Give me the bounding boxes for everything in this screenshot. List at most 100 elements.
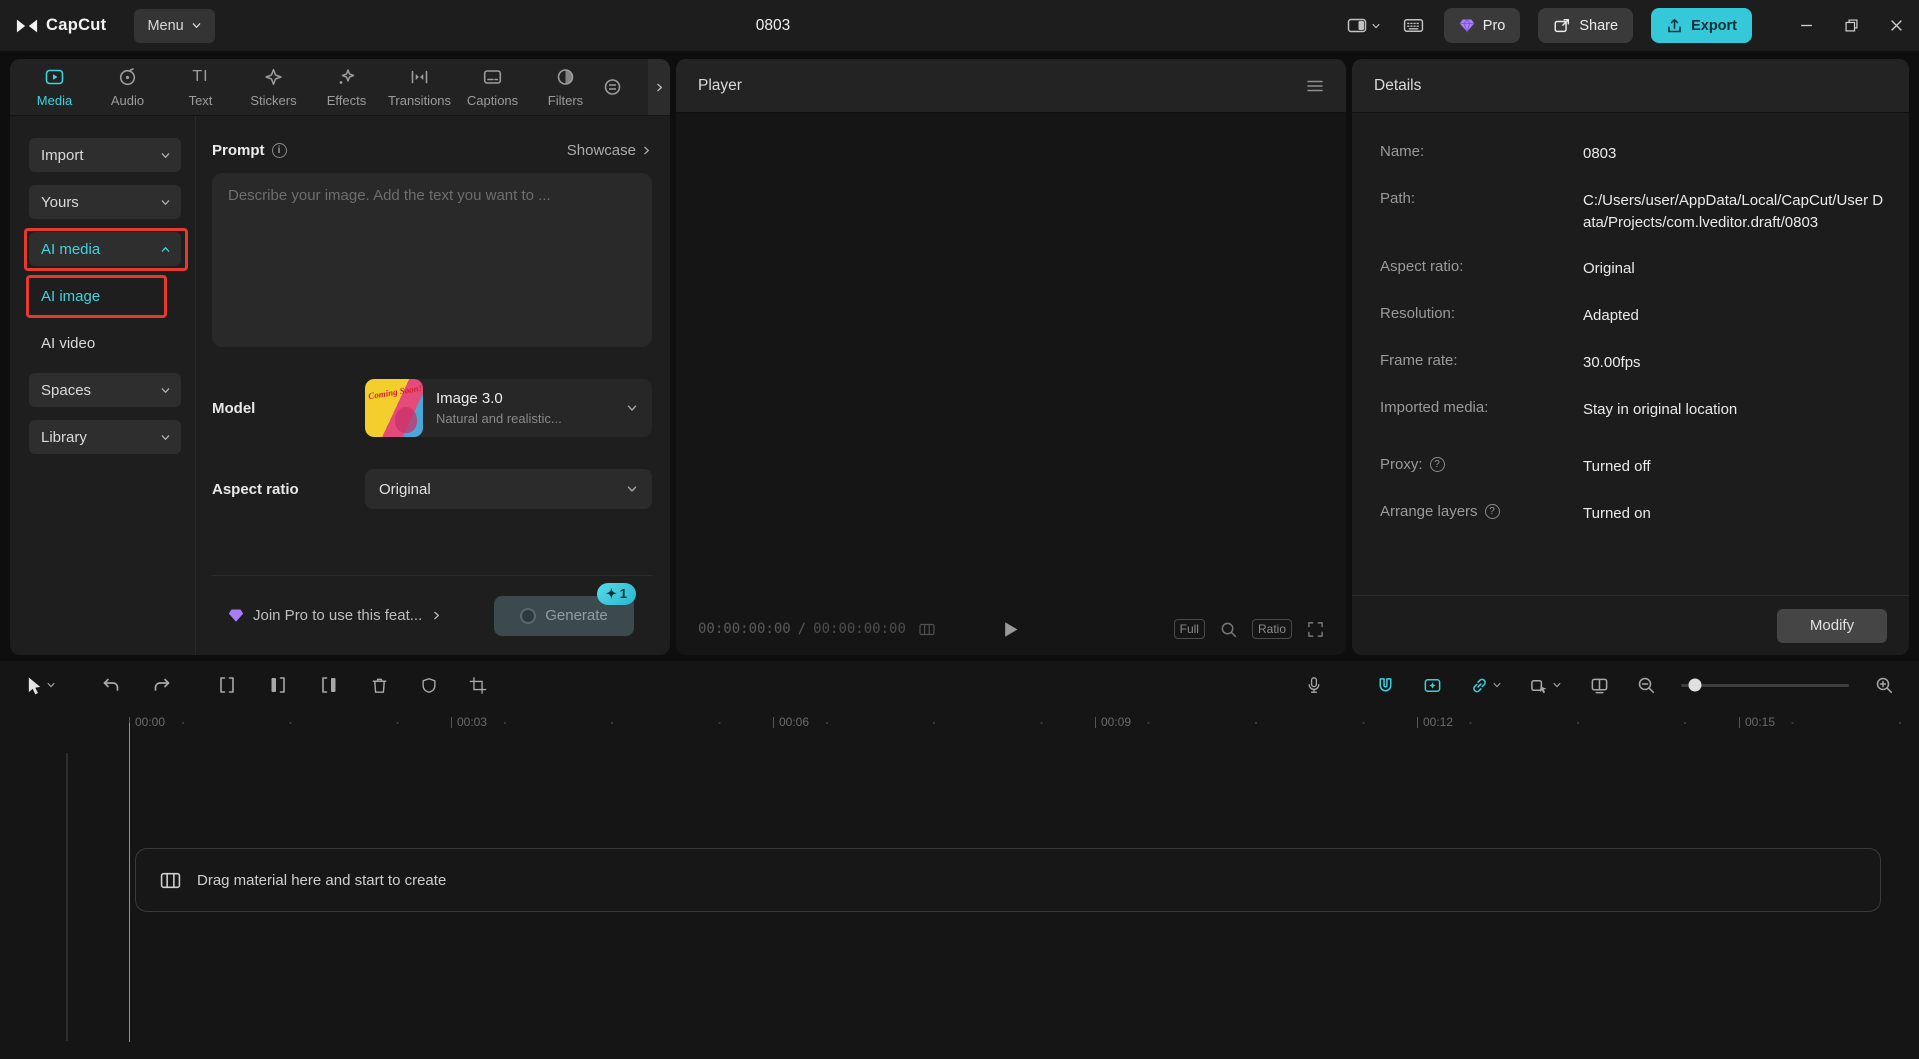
app-name: CapCut xyxy=(46,16,107,34)
sidebar-item-import[interactable]: Import xyxy=(29,138,181,172)
showcase-link[interactable]: Showcase xyxy=(567,142,652,159)
export-button[interactable]: Export xyxy=(1651,8,1752,43)
tab-captions[interactable]: Captions xyxy=(456,59,529,115)
model-select[interactable]: Coming Soon! Image 3.0 Natural and reali… xyxy=(365,379,652,437)
prompt-input[interactable] xyxy=(212,173,652,347)
player-panel: Player 00:00:00:00 / 00:00:00:00 Full Ra… xyxy=(676,59,1346,655)
sidebar-item-ai-media[interactable]: AI media xyxy=(24,228,188,271)
media-icon xyxy=(44,66,65,88)
preview-axis-button[interactable] xyxy=(1588,674,1611,697)
playhead[interactable] xyxy=(124,709,135,1042)
cursor-icon xyxy=(26,676,43,695)
minimize-button[interactable] xyxy=(1784,0,1829,51)
menu-button[interactable]: Menu xyxy=(134,8,215,43)
fullscreen-button[interactable] xyxy=(1307,621,1324,638)
main-track-magnet-toggle[interactable] xyxy=(1374,674,1397,697)
zoom-out-button[interactable] xyxy=(1635,674,1657,696)
join-pro-link[interactable]: Join Pro to use this feat... xyxy=(228,607,442,624)
track-start-line xyxy=(66,753,68,1041)
tab-media[interactable]: Media xyxy=(18,59,91,115)
timeline-ruler[interactable]: 00:00 00:03 00:06 00:09 00:12 00:15 xyxy=(0,709,1919,735)
tab-transitions[interactable]: Transitions xyxy=(383,59,456,115)
zoom-in-icon xyxy=(1875,676,1893,694)
player-menu-button[interactable] xyxy=(1306,79,1324,93)
window-controls xyxy=(1784,0,1919,51)
tab-stickers[interactable]: Stickers xyxy=(237,59,310,115)
close-button[interactable] xyxy=(1874,0,1919,51)
zoom-slider-knob[interactable] xyxy=(1688,678,1702,692)
chevron-down-icon xyxy=(626,402,638,414)
tab-adjust-partial[interactable] xyxy=(602,59,628,115)
delete-right-button[interactable] xyxy=(317,673,341,697)
redo-button[interactable] xyxy=(150,674,174,696)
playhead-line xyxy=(128,723,130,1042)
ratio-button[interactable]: Ratio xyxy=(1251,619,1292,639)
aspect-ratio-select[interactable]: Original xyxy=(365,469,652,509)
sidebar-item-ai-video[interactable]: AI video xyxy=(29,326,181,360)
timecode: 00:00:00:00 / 00:00:00:00 xyxy=(698,621,935,637)
help-icon[interactable]: ? xyxy=(1484,504,1500,519)
text-icon: TI xyxy=(192,68,209,85)
chevron-right-icon xyxy=(641,145,652,156)
delete-button[interactable] xyxy=(368,674,391,697)
play-button[interactable] xyxy=(1004,621,1019,638)
zoom-in-button[interactable] xyxy=(1873,674,1895,696)
ruler-tick: 00:09 xyxy=(1095,715,1131,729)
sidebar-item-library[interactable]: Library xyxy=(29,420,181,454)
redo-icon xyxy=(152,676,172,694)
shortcuts-button[interactable] xyxy=(1401,13,1426,38)
tab-audio[interactable]: Audio xyxy=(91,59,164,115)
linked-selection-toggle[interactable] xyxy=(1468,674,1504,697)
layout-toggle-button[interactable] xyxy=(1345,13,1383,38)
modify-button[interactable]: Modify xyxy=(1777,608,1887,643)
detail-row-resolution: Resolution: Adapted xyxy=(1380,305,1639,324)
preview-axis-icon xyxy=(1590,676,1609,695)
frame-view-icon[interactable] xyxy=(919,623,935,636)
magnet-icon xyxy=(1376,676,1395,695)
ai-form-footer: Join Pro to use this feat... ✦ 1 Generat… xyxy=(212,575,652,655)
tab-effects[interactable]: Effects xyxy=(310,59,383,115)
film-icon xyxy=(160,871,181,890)
sidebar-item-spaces[interactable]: Spaces xyxy=(29,373,181,407)
timeline: 00:00 00:03 00:06 00:09 00:12 00:15 Drag… xyxy=(0,661,1919,1059)
tabs-expand-button[interactable] xyxy=(648,59,670,115)
sidebar-item-yours[interactable]: Yours xyxy=(29,185,181,219)
gem-icon xyxy=(1459,18,1475,33)
split-icon xyxy=(217,675,237,695)
split-button[interactable] xyxy=(215,673,239,697)
hamburger-icon xyxy=(1306,79,1324,93)
capcut-logo-icon xyxy=(16,17,38,35)
share-button[interactable]: Share xyxy=(1538,8,1634,43)
chevron-up-icon xyxy=(160,244,171,255)
help-icon[interactable]: ? xyxy=(1429,457,1445,473)
credit-badge: ✦ 1 xyxy=(596,582,636,605)
auto-ripple-toggle[interactable] xyxy=(1421,674,1444,697)
restore-button[interactable] xyxy=(1829,0,1874,51)
delete-left-button[interactable] xyxy=(266,673,290,697)
chevron-right-icon xyxy=(431,610,442,621)
crop-icon xyxy=(469,676,487,695)
track-selection-mode-button[interactable] xyxy=(1528,674,1564,697)
star-icon: ✦ xyxy=(605,585,617,601)
timeline-zoom-slider[interactable] xyxy=(1681,678,1849,692)
select-tool-button[interactable] xyxy=(24,674,58,697)
tab-filters[interactable]: Filters xyxy=(529,59,602,115)
chevron-down-icon xyxy=(46,680,56,690)
preview-zoom-button[interactable] xyxy=(1220,621,1237,638)
tab-text[interactable]: TI Text xyxy=(164,59,237,115)
titlebar: CapCut Menu 0803 Pro Share Export xyxy=(0,0,1919,51)
sidebar-item-ai-image[interactable]: AI image xyxy=(26,275,181,318)
chevron-down-icon xyxy=(191,20,202,31)
link-icon xyxy=(1470,676,1489,695)
mask-button[interactable] xyxy=(418,674,440,697)
chevron-down-icon xyxy=(160,385,171,396)
effects-icon xyxy=(336,66,357,88)
undo-button[interactable] xyxy=(99,674,123,696)
pro-button[interactable]: Pro xyxy=(1443,8,1521,43)
detail-row-name: Name: 0803 xyxy=(1380,143,1617,162)
timeline-dropzone[interactable]: Drag material here and start to create xyxy=(135,848,1881,912)
crop-button[interactable] xyxy=(467,674,489,697)
record-voiceover-button[interactable] xyxy=(1304,673,1324,697)
info-icon[interactable]: i xyxy=(271,143,287,158)
full-quality-button[interactable]: Full xyxy=(1173,619,1205,639)
